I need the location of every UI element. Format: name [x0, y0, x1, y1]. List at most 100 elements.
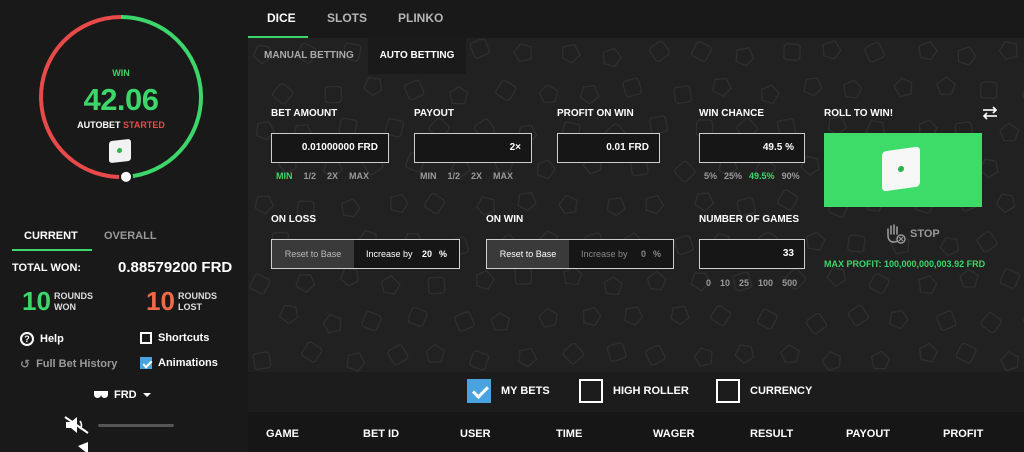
- payout-min-button[interactable]: MIN: [420, 171, 437, 181]
- games-25-button[interactable]: 25: [739, 278, 749, 288]
- dice-outline-icon: [454, 311, 475, 332]
- dice-outline-icon: [301, 341, 323, 363]
- number-of-games-label: NUMBER OF GAMES: [699, 214, 799, 225]
- dice-outline-icon: [603, 276, 624, 296]
- shortcuts-toggle[interactable]: Shortcuts: [140, 332, 209, 344]
- dice-outline-icon: [295, 273, 316, 294]
- bet-min-button[interactable]: MIN: [276, 171, 293, 181]
- autobet-dial: WIN 42.06 AUTOBET STARTED: [36, 12, 206, 182]
- number-of-games-input[interactable]: 33: [699, 239, 805, 269]
- roll-button[interactable]: [824, 133, 982, 207]
- col-result: RESULT: [750, 428, 794, 440]
- dice-outline-icon: [322, 313, 342, 334]
- on-win-increase-input[interactable]: 0: [641, 249, 648, 259]
- dice-outline-icon: [693, 347, 713, 367]
- tab-overall[interactable]: OVERALL: [104, 230, 157, 242]
- on-win-increase-option[interactable]: Increase by 0 %: [569, 240, 673, 268]
- dice-outline-icon: [893, 77, 913, 98]
- on-loss-label: ON LOSS: [271, 214, 317, 225]
- payout-double-button[interactable]: 2X: [471, 171, 482, 181]
- filter-currency[interactable]: CURRENCY: [716, 379, 812, 403]
- dice-outline-icon: [390, 193, 409, 214]
- win-chance-5-button[interactable]: 5%: [704, 171, 717, 181]
- dice-outline-icon: [711, 77, 732, 98]
- currency-selector[interactable]: FRD: [94, 389, 151, 401]
- dice-outline-icon: [734, 344, 755, 365]
- col-game: GAME: [266, 428, 299, 440]
- stats-tabs: CURRENT OVERALL: [12, 230, 236, 251]
- stats-panel: WIN 42.06 AUTOBET STARTED CURRENT OVERAL…: [0, 0, 248, 452]
- win-chance-25-button[interactable]: 25%: [724, 171, 742, 181]
- currency-checkbox[interactable]: [716, 379, 740, 403]
- bet-half-button[interactable]: 1/2: [304, 171, 317, 181]
- dice-outline-icon: [870, 350, 891, 370]
- dice-outline-icon: [889, 309, 909, 330]
- dice-outline-icon: [710, 304, 732, 327]
- speaker-muted-icon[interactable]: [64, 416, 90, 434]
- tab-dice[interactable]: DICE: [267, 11, 296, 25]
- music-icon[interactable]: [64, 442, 90, 452]
- game-area: DICE SLOTS PLINKO MANUAL BETTING AUTO BE…: [248, 0, 1024, 452]
- payout-max-button[interactable]: MAX: [493, 171, 513, 181]
- on-win-control: Reset to Base Increase by 0 %: [486, 239, 674, 269]
- on-loss-increase-input[interactable]: 20: [422, 249, 434, 259]
- dice-outline-icon: [558, 194, 578, 215]
- dice-outline-icon: [582, 306, 602, 327]
- rounds-lost-label-line1: ROUNDS: [178, 291, 218, 301]
- rounds-won-count: 10: [22, 286, 51, 316]
- tab-current[interactable]: CURRENT: [24, 230, 78, 242]
- dice-icon: [882, 146, 920, 192]
- col-user: USER: [460, 428, 491, 440]
- autobet-status-state: STARTED: [123, 120, 165, 130]
- win-chance-quick-buttons: 5% 25% 49.5% 90%: [704, 171, 800, 181]
- win-chance-input[interactable]: 49.5 %: [699, 133, 805, 163]
- dice-outline-icon: [469, 350, 490, 371]
- tab-auto-betting[interactable]: AUTO BETTING: [368, 38, 466, 74]
- payout-input[interactable]: 2×: [414, 133, 532, 163]
- games-500-button[interactable]: 500: [782, 278, 797, 288]
- shortcuts-checkbox[interactable]: [140, 332, 152, 344]
- win-chance-90-button[interactable]: 90%: [782, 171, 800, 181]
- on-win-reset-button[interactable]: Reset to Base: [487, 240, 569, 268]
- dice-outline-icon: [999, 268, 1021, 289]
- high-roller-checkbox[interactable]: [579, 379, 603, 403]
- animations-toggle[interactable]: Animations: [140, 357, 218, 369]
- games-10-button[interactable]: 10: [720, 278, 730, 288]
- tab-plinko[interactable]: PLINKO: [398, 11, 443, 25]
- chevron-down-icon: [142, 393, 151, 397]
- animations-label: Animations: [158, 357, 218, 369]
- payout-half-button[interactable]: 1/2: [448, 171, 461, 181]
- help-link[interactable]: ? Help: [20, 332, 64, 346]
- dice-outline-icon: [670, 305, 690, 326]
- history-label: Full Bet History: [36, 358, 118, 370]
- dice-outline-icon: [645, 194, 665, 215]
- games-100-button[interactable]: 100: [758, 278, 773, 288]
- dice-outline-icon: [362, 76, 383, 97]
- tab-manual-betting[interactable]: MANUAL BETTING: [264, 38, 354, 74]
- bet-amount-input[interactable]: 0.01000000 FRD: [271, 133, 389, 163]
- tab-slots[interactable]: SLOTS: [327, 11, 367, 25]
- roll-label: ROLL TO WIN!: [824, 108, 894, 119]
- bet-double-button[interactable]: 2X: [327, 171, 338, 181]
- animations-checkbox[interactable]: [140, 357, 152, 369]
- swap-icon[interactable]: [982, 106, 998, 120]
- my-bets-label: MY BETS: [501, 385, 550, 397]
- volume-slider[interactable]: [98, 424, 174, 427]
- on-loss-increase-option[interactable]: Increase by 20 %: [354, 240, 459, 268]
- bet-max-button[interactable]: MAX: [349, 171, 369, 181]
- stop-label: STOP: [910, 228, 940, 240]
- filter-my-bets[interactable]: MY BETS: [467, 379, 550, 403]
- games-0-button[interactable]: 0: [706, 278, 711, 288]
- bet-filters: MY BETS HIGH ROLLER CURRENCY: [248, 372, 1024, 412]
- dice-outline-icon: [999, 351, 1019, 372]
- dice-outline-icon: [475, 269, 496, 291]
- win-chance-49-button[interactable]: 49.5%: [749, 171, 775, 181]
- dial-value: 42.06: [83, 82, 159, 117]
- full-bet-history-link[interactable]: ↺ Full Bet History: [20, 357, 117, 371]
- shortcuts-label: Shortcuts: [158, 332, 210, 344]
- filter-high-roller[interactable]: HIGH ROLLER: [579, 379, 689, 403]
- my-bets-checkbox[interactable]: [467, 379, 491, 403]
- dice-outline-icon: [324, 85, 343, 104]
- on-loss-reset-button[interactable]: Reset to Base: [272, 240, 354, 268]
- stop-button[interactable]: STOP: [884, 224, 940, 244]
